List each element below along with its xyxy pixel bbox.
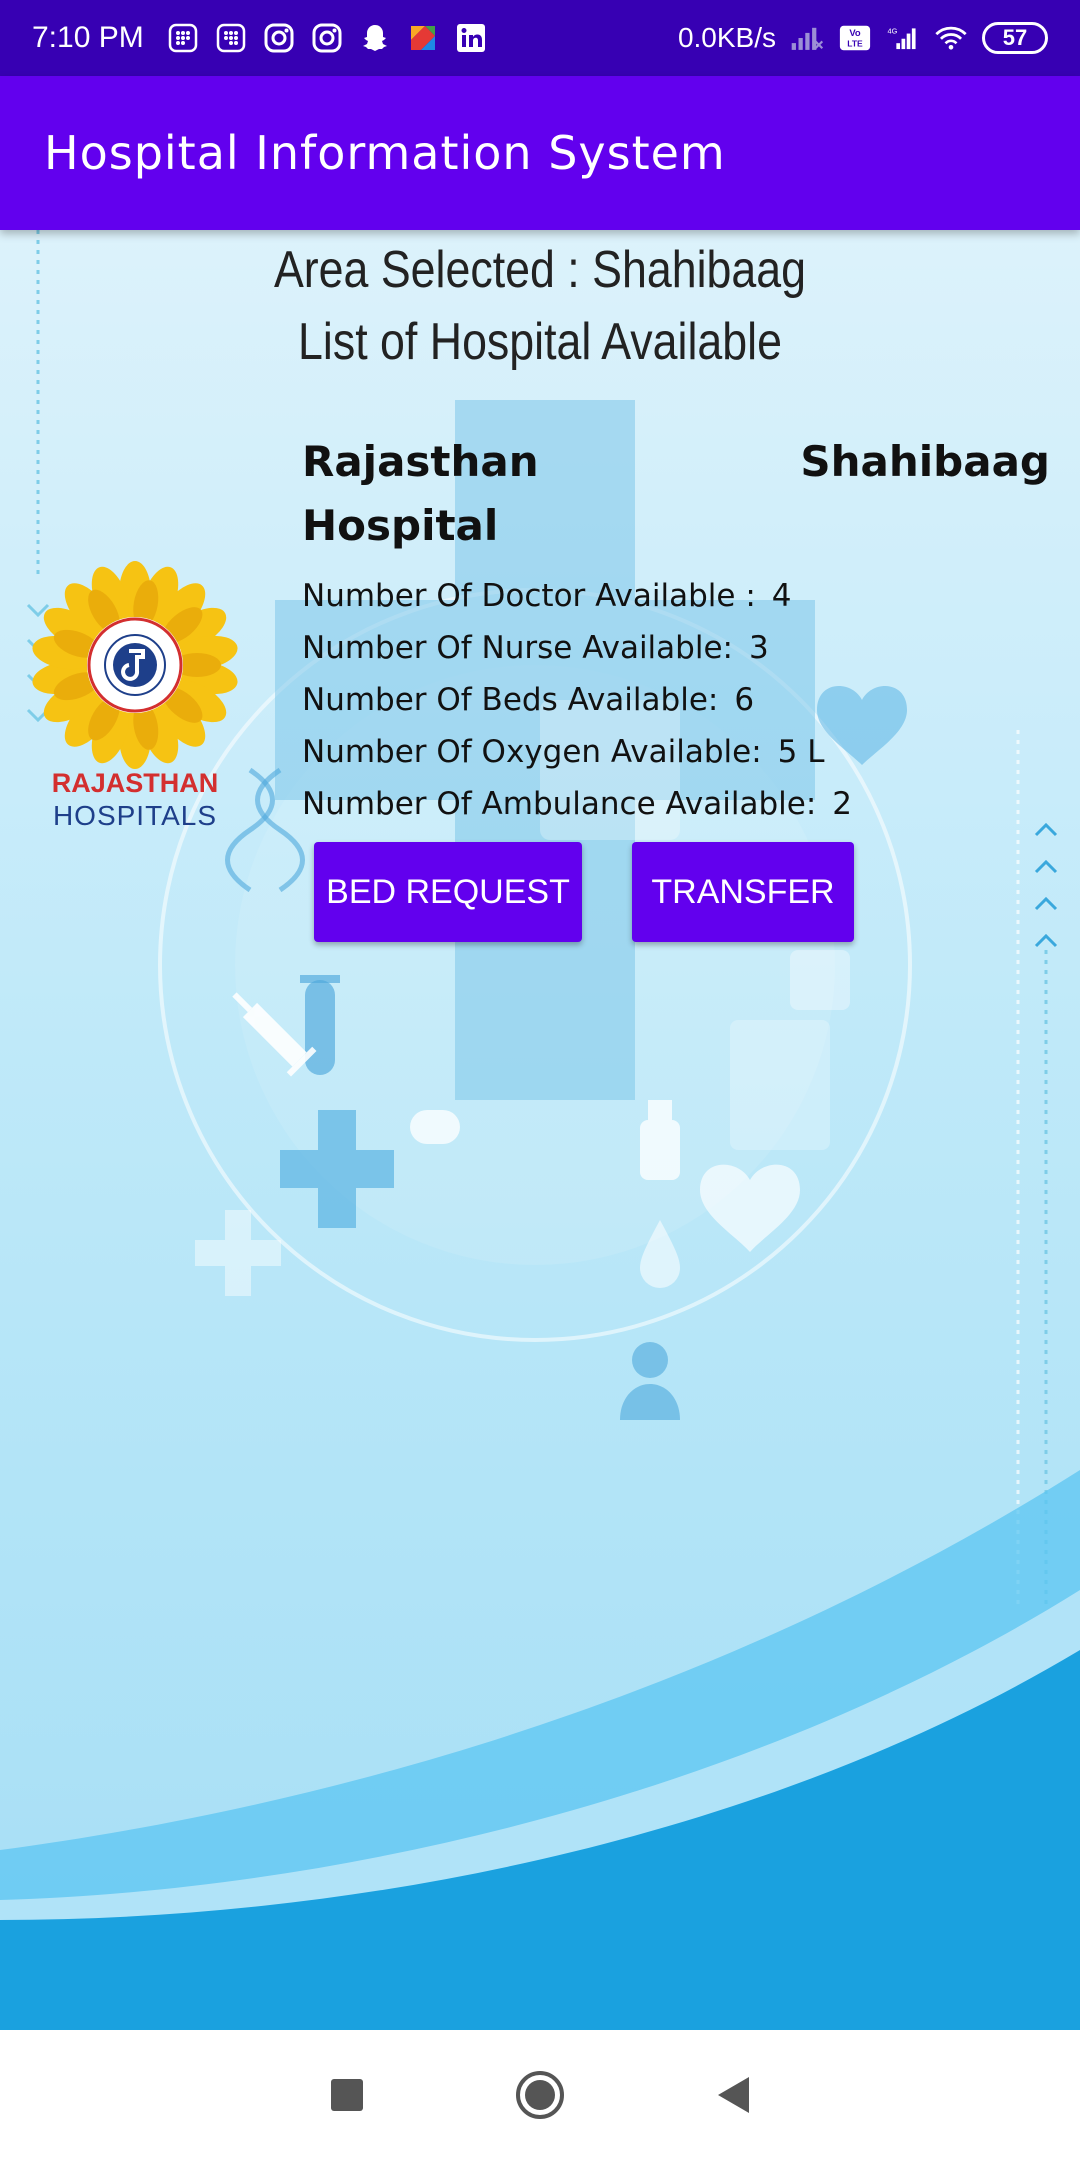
stat-value: 4: [771, 578, 792, 614]
svg-text:LTE: LTE: [847, 39, 863, 49]
app-bar: Hospital Information System: [0, 76, 1080, 230]
stat-oxygen: Number Of Oxygen Available: 5 L: [302, 726, 852, 778]
stat-ambulance: Number Of Ambulance Available: 2: [302, 778, 852, 830]
status-bar-right: 0.0KB/s Vo LTE 4G 57: [678, 21, 1048, 55]
stat-nurses: Number Of Nurse Available: 3: [302, 622, 852, 674]
linkedin-icon: [454, 21, 488, 55]
stat-value: 6: [734, 682, 755, 718]
status-bar-left: 7:10 PM: [32, 21, 488, 55]
stat-label: Number Of Beds Available:: [302, 682, 719, 718]
logo-text-line1: RAJASTHAN: [52, 768, 219, 798]
instagram-icon: [310, 21, 344, 55]
home-icon[interactable]: [510, 2065, 570, 2125]
battery-icon: 57: [982, 22, 1048, 54]
instagram-icon: [262, 21, 296, 55]
area-selected-label: Area Selected : Shahibaag: [273, 241, 807, 299]
network-speed: 0.0KB/s: [677, 22, 776, 53]
navigation-bar: [0, 2030, 1080, 2160]
hospital-stats: Number Of Doctor Available : 4 Number Of…: [302, 570, 852, 830]
hospital-logo: RAJASTHAN HOSPITALS: [30, 560, 240, 840]
grid-app-icon: [214, 21, 248, 55]
signal-icon: 4G: [886, 21, 920, 55]
stat-label: Number Of Nurse Available:: [302, 630, 733, 666]
sunflower-logo-icon: RAJASTHAN HOSPITALS: [32, 561, 238, 831]
grid-app-icon: [166, 21, 200, 55]
stat-label: Number Of Doctor Available :: [302, 578, 756, 614]
snapchat-icon: [358, 21, 392, 55]
svg-text:4G: 4G: [887, 27, 897, 36]
wifi-icon: [934, 21, 968, 55]
status-bar: 7:10 PM 0.0KB/s Vo LTE 4G 57: [0, 0, 1080, 76]
status-time: 7:10 PM: [32, 21, 144, 54]
list-title: List of Hospital Available: [298, 313, 782, 371]
app-title: Hospital Information System: [44, 126, 726, 180]
stat-value: 3: [748, 630, 769, 666]
back-icon[interactable]: [703, 2065, 763, 2125]
colorful-app-icon: [406, 21, 440, 55]
hospital-area: Shahibaag: [800, 437, 1050, 486]
volte-icon: Vo LTE: [838, 21, 872, 55]
stat-label: Number Of Oxygen Available:: [302, 734, 762, 770]
main-content: Area Selected : Shahibaag List of Hospit…: [0, 230, 1080, 2030]
stat-label: Number Of Ambulance Available:: [302, 786, 817, 822]
signal-icon: [790, 21, 824, 55]
hospital-name: Rajasthan Hospital: [302, 437, 539, 550]
logo-text-line2: HOSPITALS: [53, 800, 217, 831]
transfer-button[interactable]: TRANSFER: [632, 842, 854, 942]
stat-doctors: Number Of Doctor Available : 4: [302, 570, 852, 622]
stat-value: 5 L: [777, 734, 825, 770]
svg-text:Vo: Vo: [849, 28, 861, 39]
bed-request-button[interactable]: BED REQUEST: [314, 842, 582, 942]
stat-value: 2: [832, 786, 853, 822]
stat-beds: Number Of Beds Available: 6: [302, 674, 852, 726]
recent-apps-icon[interactable]: [317, 2065, 377, 2125]
